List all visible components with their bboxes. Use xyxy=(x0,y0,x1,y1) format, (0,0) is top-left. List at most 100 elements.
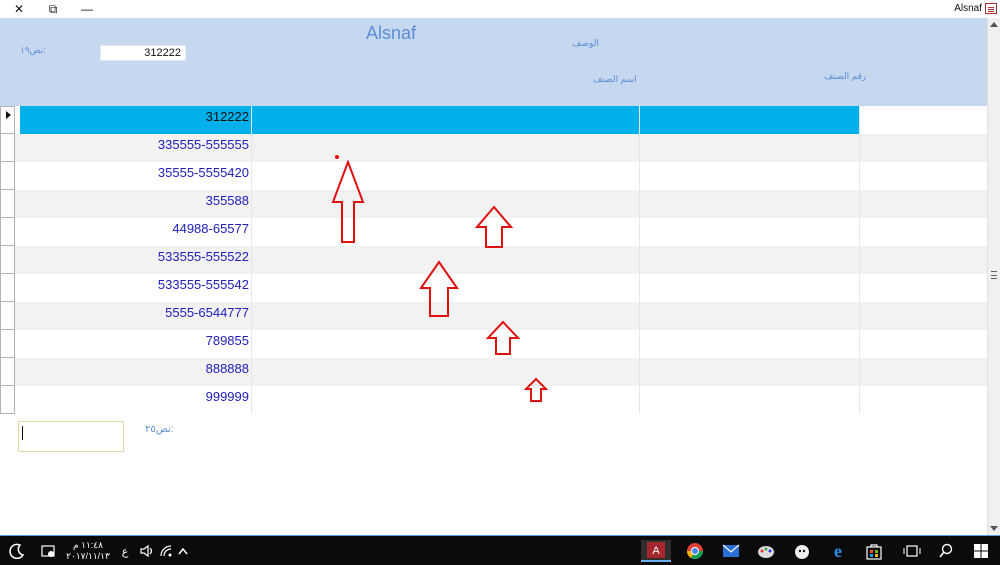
record-row[interactable]: 533555-555522 xyxy=(0,246,987,274)
search-label: نص١٩: xyxy=(20,45,46,55)
desc-column-label: الوصف xyxy=(572,38,599,48)
item-name-cell[interactable] xyxy=(252,218,640,246)
edge-icon[interactable]: e xyxy=(824,540,852,562)
item-desc-cell[interactable] xyxy=(640,190,860,218)
record-selector[interactable] xyxy=(0,358,15,386)
task-view-icon[interactable] xyxy=(900,540,924,562)
annotation-arrow-up-icon xyxy=(486,320,520,355)
minimize-button[interactable]: — xyxy=(70,0,104,18)
paint-icon[interactable] xyxy=(752,540,780,562)
item-code-cell[interactable]: 789855 xyxy=(20,330,252,358)
item-name-cell[interactable] xyxy=(252,190,640,218)
footer-field-label: نص٢٥: xyxy=(145,424,174,435)
record-list: 312222 335555-555555 35555-5555420 35558… xyxy=(0,106,987,414)
window-title: Alsnaf xyxy=(954,3,982,14)
item-desc-cell[interactable] xyxy=(640,330,860,358)
scroll-thumb[interactable] xyxy=(991,271,997,279)
form-header: Alsnaf نص١٩: 312222 الوصف اسم الصنف رقم … xyxy=(0,18,987,106)
item-code-cell[interactable]: 5555-6544777 xyxy=(20,302,252,330)
record-selector[interactable] xyxy=(0,386,15,414)
record-row[interactable]: 888888 xyxy=(0,358,987,386)
vertical-scrollbar[interactable] xyxy=(987,18,1000,535)
item-name-cell[interactable] xyxy=(252,330,640,358)
svg-text:e: e xyxy=(834,542,842,560)
item-name-cell[interactable] xyxy=(252,162,640,190)
record-selector[interactable] xyxy=(0,330,15,358)
annotation-arrow-up-icon xyxy=(331,160,365,243)
record-selector[interactable] xyxy=(0,246,15,274)
minimize-icon: — xyxy=(81,2,93,16)
record-row[interactable]: 335555-555555 xyxy=(0,134,987,162)
access-icon[interactable]: A xyxy=(641,540,671,562)
app-window: ✕ ⧉ — Alsnaf Alsnaf نص١٩: 312222 الوصف ا… xyxy=(0,0,1000,565)
scroll-up-icon[interactable] xyxy=(990,22,998,27)
item-desc-cell[interactable] xyxy=(640,218,860,246)
record-selector[interactable] xyxy=(0,274,15,302)
close-icon: ✕ xyxy=(13,2,25,16)
record-row[interactable]: 312222 xyxy=(0,106,987,134)
svg-text:A: A xyxy=(652,545,660,557)
footer-text-input[interactable] xyxy=(18,421,124,452)
item-code-cell[interactable]: 35555-5555420 xyxy=(20,162,252,190)
start-icon[interactable] xyxy=(968,540,994,562)
item-desc-cell[interactable] xyxy=(640,246,860,274)
annotation-arrow-up-icon xyxy=(475,205,513,248)
wifi-icon[interactable] xyxy=(158,540,174,562)
record-row[interactable]: 999999 xyxy=(0,386,987,414)
item-desc-cell[interactable] xyxy=(640,162,860,190)
language-indicator[interactable]: ع xyxy=(118,540,132,562)
clock-time: ١١:٤٨ م xyxy=(73,540,103,550)
record-selector[interactable] xyxy=(0,162,15,190)
clock-date: ٢٠١٧/١١/١٣ xyxy=(66,551,110,561)
item-desc-cell[interactable] xyxy=(640,106,860,134)
record-selector[interactable] xyxy=(0,218,15,246)
name-column-label: اسم الصنف xyxy=(593,74,637,84)
close-button[interactable]: ✕ xyxy=(2,0,36,18)
restore-button[interactable]: ⧉ xyxy=(36,0,70,18)
item-code-cell[interactable]: 533555-555542 xyxy=(20,274,252,302)
item-code-cell[interactable]: 999999 xyxy=(20,386,252,414)
annotation-arrow-up-icon xyxy=(419,260,459,317)
moon-icon[interactable] xyxy=(6,540,28,562)
item-name-cell[interactable] xyxy=(252,358,640,386)
item-code-cell[interactable]: 44988-65577 xyxy=(20,218,252,246)
title-bar: ✕ ⧉ — Alsnaf xyxy=(0,0,1000,18)
chrome-icon[interactable] xyxy=(681,540,709,562)
chevron-up-icon[interactable] xyxy=(176,540,190,562)
item-desc-cell[interactable] xyxy=(640,274,860,302)
record-row[interactable]: 35555-5555420 xyxy=(0,162,987,190)
record-selector[interactable] xyxy=(0,106,15,134)
taskbar: ١١:٤٨ م ٢٠١٧/١١/١٣ ع A e xyxy=(0,535,1000,565)
restore-icon: ⧉ xyxy=(48,1,58,16)
item-desc-cell[interactable] xyxy=(640,358,860,386)
annotation-arrow-up-icon xyxy=(524,377,548,402)
record-selector[interactable] xyxy=(0,134,15,162)
record-row[interactable]: 533555-555542 xyxy=(0,274,987,302)
record-selector[interactable] xyxy=(0,190,15,218)
form-icon xyxy=(985,3,997,14)
item-code-cell[interactable]: 355588 xyxy=(20,190,252,218)
volume-icon[interactable] xyxy=(138,540,156,562)
search-icon[interactable] xyxy=(934,540,958,562)
search-input[interactable]: 312222 xyxy=(100,45,186,61)
code-column-label: رقم الصنف xyxy=(824,71,867,81)
form-heading: Alsnaf xyxy=(366,23,417,43)
mail-icon[interactable] xyxy=(717,540,745,562)
item-desc-cell[interactable] xyxy=(640,134,860,162)
record-selector[interactable] xyxy=(0,302,15,330)
scroll-down-icon[interactable] xyxy=(990,526,998,531)
item-desc-cell[interactable] xyxy=(640,386,860,414)
item-desc-cell[interactable] xyxy=(640,302,860,330)
item-code-cell[interactable]: 312222 xyxy=(20,106,252,134)
item-code-cell[interactable]: 335555-555555 xyxy=(20,134,252,162)
notification-icon[interactable] xyxy=(38,540,58,562)
item-code-cell[interactable]: 533555-555522 xyxy=(20,246,252,274)
item-name-cell[interactable] xyxy=(252,106,640,134)
item-code-cell[interactable]: 888888 xyxy=(20,358,252,386)
sheep-icon[interactable] xyxy=(788,540,816,562)
item-name-cell[interactable] xyxy=(252,386,640,414)
text-caret xyxy=(22,426,23,440)
clock[interactable]: ١١:٤٨ م ٢٠١٧/١١/١٣ xyxy=(66,540,110,562)
store-icon[interactable] xyxy=(860,540,888,562)
item-name-cell[interactable] xyxy=(252,134,640,162)
